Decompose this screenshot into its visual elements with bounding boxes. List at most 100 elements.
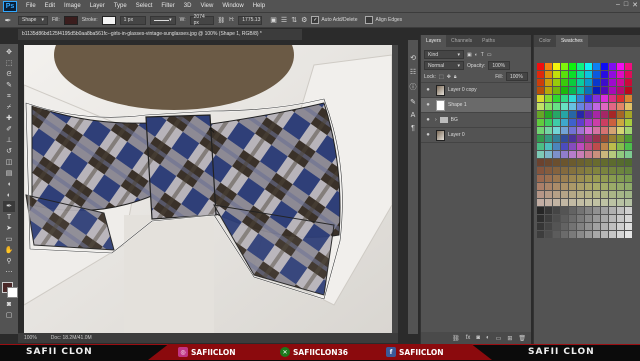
- layer-name[interactable]: Layer 0: [448, 132, 465, 138]
- color-swatch[interactable]: [553, 223, 560, 230]
- color-swatch[interactable]: [561, 111, 568, 118]
- color-swatches[interactable]: [2, 282, 18, 298]
- color-swatch[interactable]: [593, 135, 600, 142]
- color-swatch[interactable]: [553, 95, 560, 102]
- color-swatch[interactable]: [537, 87, 544, 94]
- info-panel-icon[interactable]: ⓘ: [410, 82, 417, 92]
- color-swatch[interactable]: [577, 207, 584, 214]
- color-swatch[interactable]: [593, 143, 600, 150]
- color-swatch[interactable]: [569, 199, 576, 206]
- move-tool-icon[interactable]: ✥: [3, 47, 15, 58]
- color-swatch[interactable]: [545, 143, 552, 150]
- color-swatch[interactable]: [617, 103, 624, 110]
- color-swatch[interactable]: [585, 167, 592, 174]
- color-swatch[interactable]: [609, 87, 616, 94]
- color-swatch[interactable]: [553, 135, 560, 142]
- color-swatch[interactable]: [625, 95, 632, 102]
- path-ops-icon[interactable]: ▣: [270, 16, 277, 24]
- mask-icon[interactable]: ◙: [476, 335, 480, 341]
- color-swatch[interactable]: [569, 71, 576, 78]
- color-swatch[interactable]: [545, 223, 552, 230]
- color-swatch[interactable]: [569, 207, 576, 214]
- color-swatch[interactable]: [553, 167, 560, 174]
- visibility-eye-icon[interactable]: ●: [424, 102, 432, 108]
- color-swatch[interactable]: [561, 87, 568, 94]
- color-swatch[interactable]: [601, 135, 608, 142]
- color-swatch[interactable]: [561, 231, 568, 238]
- color-swatch[interactable]: [537, 79, 544, 86]
- color-swatch[interactable]: [617, 207, 624, 214]
- layer-row[interactable]: ● Layer 0 copy: [421, 83, 531, 98]
- history-brush-icon[interactable]: ↺: [3, 146, 15, 157]
- color-swatch[interactable]: [601, 127, 608, 134]
- path-select-icon[interactable]: ➤: [3, 223, 15, 234]
- color-swatch[interactable]: [617, 111, 624, 118]
- color-swatch[interactable]: [545, 215, 552, 222]
- color-swatch[interactable]: [585, 199, 592, 206]
- color-swatch[interactable]: [577, 151, 584, 158]
- menu-layer[interactable]: Layer: [90, 3, 105, 9]
- color-swatch[interactable]: [617, 215, 624, 222]
- color-swatch[interactable]: [601, 79, 608, 86]
- color-swatch[interactable]: [625, 103, 632, 110]
- color-swatch[interactable]: [585, 119, 592, 126]
- tab-color[interactable]: Color: [534, 35, 556, 47]
- clone-stamp-icon[interactable]: ⊥: [3, 135, 15, 146]
- stroke-type-select[interactable]: ▾: [149, 15, 176, 25]
- color-swatch[interactable]: [545, 207, 552, 214]
- height-input[interactable]: 1775.13: [238, 15, 263, 25]
- color-swatch[interactable]: [585, 111, 592, 118]
- color-swatch[interactable]: [593, 151, 600, 158]
- align-edges-checkbox[interactable]: Align Edges: [365, 16, 402, 24]
- color-swatch[interactable]: [561, 127, 568, 134]
- color-swatch[interactable]: [593, 103, 600, 110]
- lock-pixels-icon[interactable]: ⬚: [439, 74, 444, 80]
- color-swatch[interactable]: [601, 71, 608, 78]
- color-swatch[interactable]: [569, 63, 576, 70]
- color-swatch[interactable]: [609, 79, 616, 86]
- color-swatch[interactable]: [553, 175, 560, 182]
- color-swatch[interactable]: [577, 71, 584, 78]
- stroke-swatch[interactable]: [101, 15, 116, 25]
- pen-tool-icon[interactable]: ✒: [3, 201, 15, 212]
- color-swatch[interactable]: [537, 159, 544, 166]
- color-swatch[interactable]: [561, 175, 568, 182]
- color-swatch[interactable]: [585, 103, 592, 110]
- color-swatch[interactable]: [625, 199, 632, 206]
- tab-swatches[interactable]: Swatches: [555, 35, 588, 47]
- menu-edit[interactable]: Edit: [45, 3, 55, 9]
- link-icon[interactable]: ⛓: [218, 17, 226, 24]
- color-swatch[interactable]: [585, 143, 592, 150]
- color-swatch[interactable]: [577, 231, 584, 238]
- color-swatch[interactable]: [585, 87, 592, 94]
- screen-mode-icon[interactable]: ▢: [3, 310, 15, 321]
- visibility-eye-icon[interactable]: ●: [424, 132, 432, 138]
- color-swatch[interactable]: [561, 207, 568, 214]
- document-canvas[interactable]: ↖: [24, 45, 392, 333]
- color-swatch[interactable]: [537, 143, 544, 150]
- color-swatch[interactable]: [601, 87, 608, 94]
- color-swatch[interactable]: [545, 191, 552, 198]
- color-swatch[interactable]: [585, 127, 592, 134]
- color-swatch[interactable]: [609, 63, 616, 70]
- color-swatch[interactable]: [593, 119, 600, 126]
- color-swatch[interactable]: [569, 103, 576, 110]
- color-swatch[interactable]: [625, 119, 632, 126]
- color-swatch[interactable]: [545, 71, 552, 78]
- color-swatch[interactable]: [585, 95, 592, 102]
- new-layer-icon[interactable]: ⊞: [507, 335, 512, 342]
- color-swatch[interactable]: [537, 127, 544, 134]
- menu-select[interactable]: Select: [136, 3, 153, 9]
- color-swatch[interactable]: [601, 167, 608, 174]
- color-swatch[interactable]: [545, 127, 552, 134]
- color-swatch[interactable]: [569, 215, 576, 222]
- menu-type[interactable]: Type: [114, 3, 127, 9]
- color-swatch[interactable]: [561, 159, 568, 166]
- marquee-tool-icon[interactable]: ⬚: [3, 58, 15, 69]
- color-swatch[interactable]: [537, 175, 544, 182]
- color-swatch[interactable]: [537, 223, 544, 230]
- color-swatch[interactable]: [553, 151, 560, 158]
- character-panel-icon[interactable]: A: [411, 112, 416, 119]
- color-swatch[interactable]: [585, 231, 592, 238]
- close-button[interactable]: ✕: [632, 1, 638, 9]
